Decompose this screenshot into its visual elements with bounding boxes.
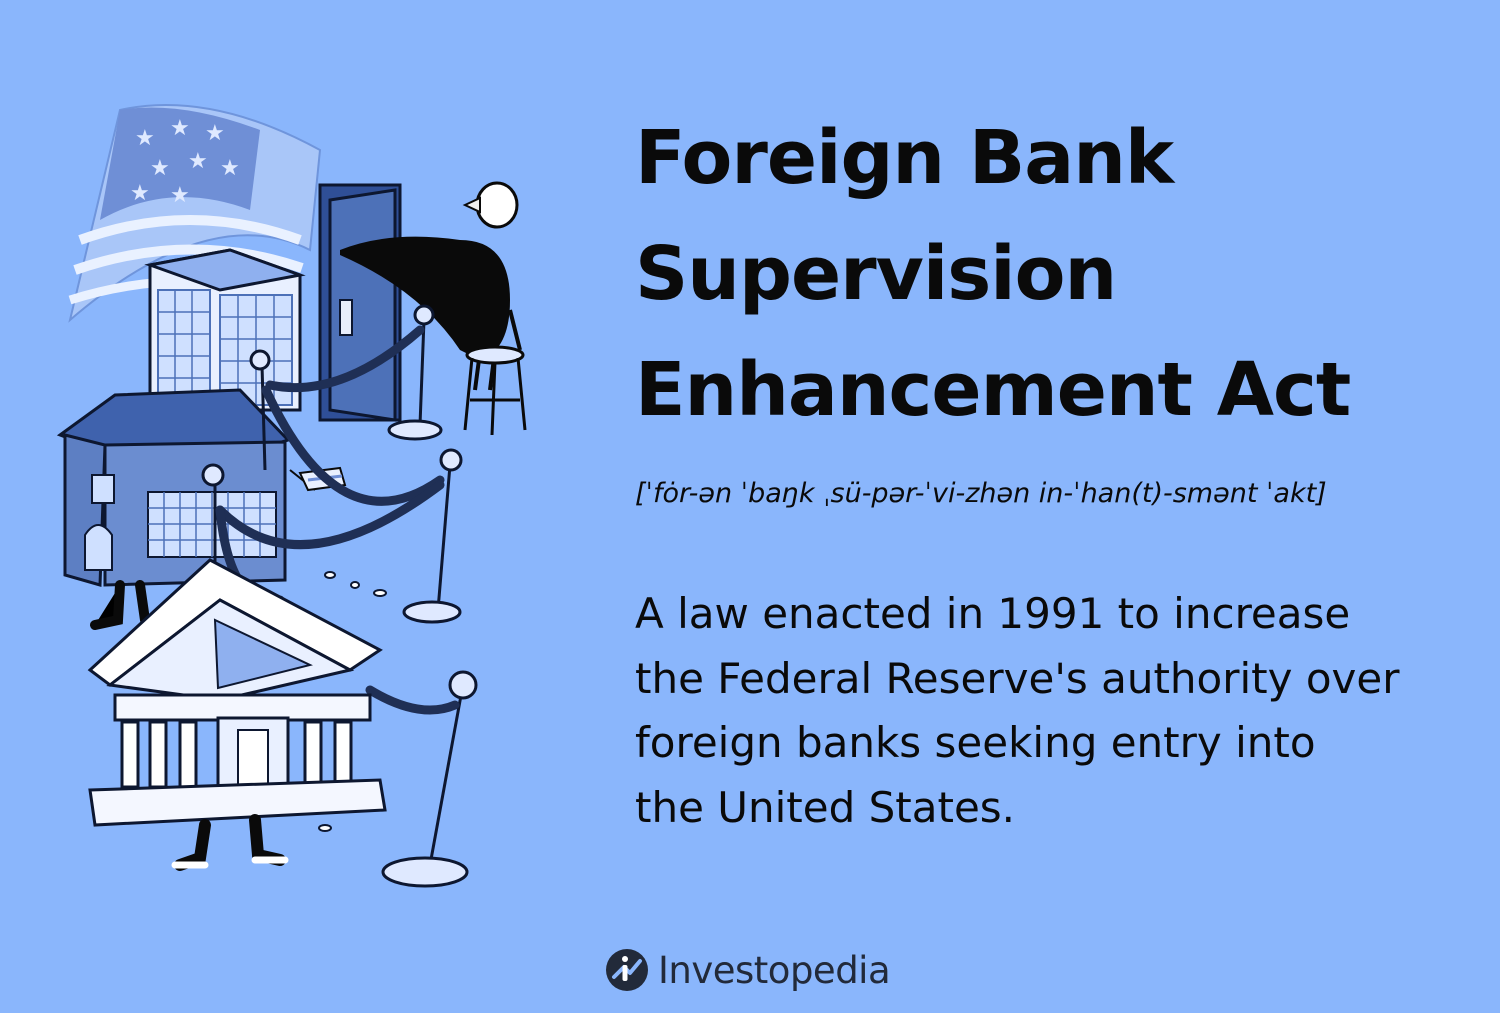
investopedia-logo-icon [606,949,648,991]
svg-text:★: ★ [220,156,240,181]
svg-text:★: ★ [170,183,190,208]
svg-text:★: ★ [150,156,170,181]
brand-name: Investopedia [658,948,891,992]
pronunciation: [ˈfȯr-ən ˈbaŋk ˌsü-pər-ˈvi-zhən in-ˈhan(… [635,478,1327,509]
banks-queue-illustration: ★ ★ ★★ ★ ★ ★ ★ [56,104,527,888]
definition-line-4: the United States. [635,782,1016,832]
svg-text:★: ★ [205,121,225,146]
definition-line-3: foreign banks seeking entry into [635,718,1316,767]
svg-text:★: ★ [188,149,208,174]
svg-text:★: ★ [130,181,150,206]
title-line-3: Enhancement Act [635,347,1351,433]
title-line-2: Supervision [635,231,1117,317]
title-line-1: Foreign Bank [635,115,1174,201]
definition-line-1: A law enacted in 1991 to increase [635,589,1351,638]
classical-bank-illustration [87,558,387,871]
investopedia-brand: Investopedia [604,944,891,996]
definition-line-2: the Federal Reserve's authority over [635,653,1400,703]
svg-text:★: ★ [170,116,190,141]
svg-text:★: ★ [135,126,155,151]
definition: A law enacted in 1991 to increase the Fe… [635,582,1465,840]
page-title: Foreign Bank Supervision Enhancement Act [635,100,1455,448]
